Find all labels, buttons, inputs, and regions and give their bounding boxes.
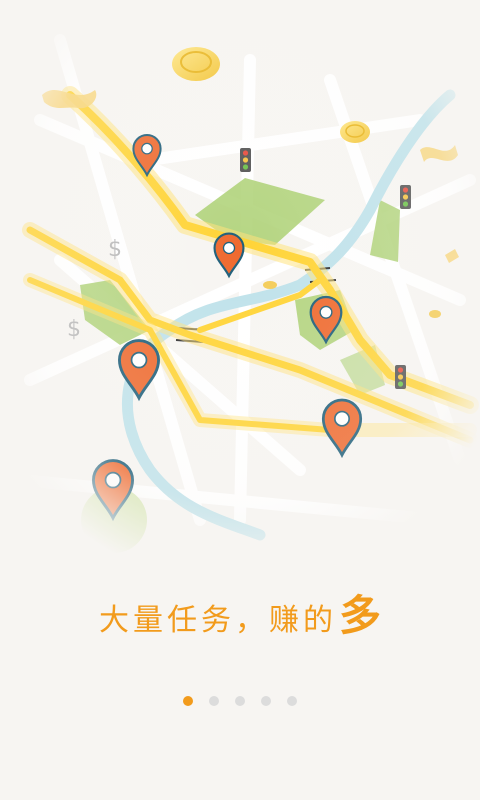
page-dot-1[interactable] (183, 696, 193, 706)
slide-tagline: 大量任务，赚的多 (0, 582, 480, 643)
tagline-emphasis: 多 (338, 591, 381, 640)
page-dot-4[interactable] (261, 696, 271, 706)
page-dot-3[interactable] (235, 696, 245, 706)
edge-fade (0, 0, 480, 560)
tagline-main: 大量任务，赚的 (98, 603, 337, 638)
map-illustration: $ $ (0, 0, 480, 560)
page-indicator (0, 696, 480, 706)
page-dot-2[interactable] (209, 696, 219, 706)
page-dot-5[interactable] (287, 696, 297, 706)
